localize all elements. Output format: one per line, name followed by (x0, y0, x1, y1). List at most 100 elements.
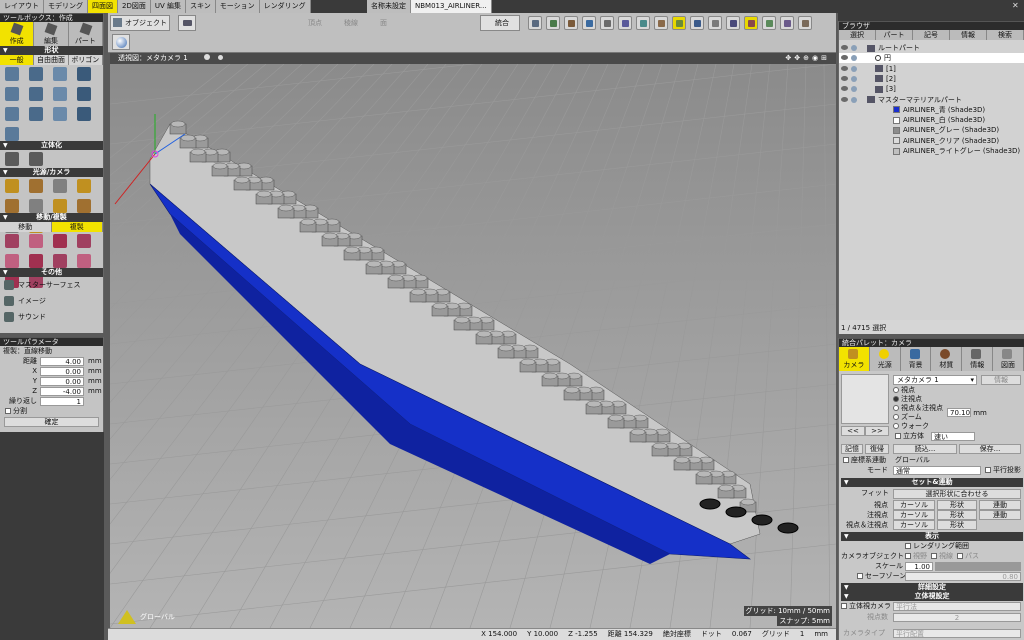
shade-icon[interactable] (636, 16, 650, 30)
tree-item-6[interactable]: AIRLINER_青 (Shade3D) (839, 105, 1024, 115)
set-link-cell-1-2[interactable]: 形状 (937, 510, 977, 520)
lock-icon[interactable] (851, 65, 857, 72)
cylinder-icon[interactable] (5, 107, 19, 121)
set-link-cell-1-1[interactable]: カーソル (893, 510, 935, 520)
shapetabs-2[interactable]: ポリゴン (68, 55, 103, 65)
scale-icon[interactable] (53, 234, 67, 248)
tree-item-1[interactable]: 円 (839, 53, 1024, 64)
browser-tab-2[interactable]: 記号 (913, 30, 950, 40)
scale-slider[interactable] (935, 562, 1021, 571)
point-light-icon[interactable] (5, 179, 19, 193)
top-tab-3[interactable]: 2D図面 (118, 0, 151, 13)
vertex-mode-button[interactable]: 頂点 (308, 15, 338, 31)
shapetabs-1[interactable]: 自由曲面 (34, 55, 69, 65)
visibility-eye-icon[interactable] (841, 65, 848, 71)
set-link-cell-2-1[interactable]: カーソル (893, 520, 935, 530)
mirror-icon[interactable] (5, 254, 19, 268)
stereo-method-select[interactable]: 平行法 (893, 602, 1021, 611)
browser-tab-0[interactable]: 選択 (839, 30, 876, 40)
visibility-eye-icon[interactable] (841, 96, 848, 102)
settings-icon[interactable] (798, 16, 812, 30)
status-unit[interactable]: mm (814, 629, 828, 640)
tree-item-9[interactable]: AIRLINER_クリア (Shade3D) (839, 136, 1024, 146)
browser-tab-3[interactable]: 情報 (950, 30, 987, 40)
sphere-display-button[interactable] (112, 34, 130, 50)
camera-icon[interactable] (5, 199, 19, 213)
layout-icon[interactable] (618, 16, 632, 30)
light-icon[interactable] (708, 16, 722, 30)
param-input-y[interactable]: 0.00 (40, 377, 84, 386)
browser-tab-4[interactable]: 検索 (987, 30, 1024, 40)
lock-icon[interactable] (851, 75, 857, 82)
top-tab-0[interactable]: レイアウト (0, 0, 44, 13)
material-icon[interactable] (690, 16, 704, 30)
unify-button[interactable]: 統合 (480, 15, 520, 31)
curve-icon[interactable] (5, 67, 19, 81)
fit-button[interactable]: 選択形状に合わせる (893, 489, 1021, 499)
top-tab-7[interactable]: レンダリング (259, 0, 311, 13)
param-input-repeat[interactable]: 1 (40, 397, 84, 406)
visibility-eye-icon[interactable] (841, 45, 848, 50)
palette-tab-0[interactable]: カメラ (839, 347, 870, 371)
set-link-cell-0-1[interactable]: カーソル (893, 500, 935, 510)
cone-icon[interactable] (53, 87, 67, 101)
move-icon[interactable] (5, 234, 19, 248)
load-button[interactable]: 読込... (893, 444, 957, 454)
coord-link-value[interactable]: グローバル (895, 455, 930, 465)
palette-tab-2[interactable]: 背景 (901, 347, 932, 371)
restore-button[interactable]: 復帰 (865, 444, 889, 454)
bg-icon[interactable] (726, 16, 740, 30)
safe-zone-input[interactable]: 0.80 (905, 572, 1021, 581)
tree-item-10[interactable]: AIRLINER_ライトグレー (Shade3D) (839, 146, 1024, 156)
viewport-nav-icons[interactable]: ✥✥⊕◉⊞ (785, 53, 830, 64)
camera-type-select[interactable]: 平行配置 (893, 629, 1021, 638)
camera-object-opt-1[interactable] (931, 553, 937, 559)
view-count-input[interactable]: 2 (893, 613, 1021, 622)
status-abs[interactable]: 絶対座標 (663, 629, 691, 640)
torus-icon[interactable] (53, 107, 67, 121)
toolbox-tab-0[interactable]: 作成 (0, 22, 35, 46)
tree-item-0[interactable]: ルートパート (839, 43, 1024, 53)
lock-icon[interactable] (851, 45, 857, 51)
nav-back-button[interactable]: << (841, 426, 865, 436)
top-tab-6[interactable]: モーション (215, 0, 260, 13)
wire-icon[interactable] (654, 16, 668, 30)
set-link-cell-0-3[interactable]: 連動 (979, 500, 1021, 510)
toolbox-tab-1[interactable]: 編集 (34, 22, 69, 46)
confirm-button[interactable]: 確定 (4, 417, 99, 427)
spot-light-icon[interactable] (29, 179, 43, 193)
line-light-icon[interactable] (77, 199, 91, 213)
view-display-icon[interactable] (218, 55, 224, 60)
tree-item-4[interactable]: [3] (839, 84, 1024, 94)
edge-mode-button[interactable]: 稜線 (344, 15, 374, 31)
camera-option-1[interactable]: 注視点 (893, 395, 1023, 404)
rotate-icon[interactable] (53, 254, 67, 268)
camera-object-opt-2[interactable] (957, 553, 963, 559)
camera-option-0[interactable]: 視点 (893, 386, 1023, 395)
copy-icon[interactable] (77, 234, 91, 248)
sphere-icon[interactable] (29, 87, 43, 101)
line-light-icon[interactable] (53, 179, 67, 193)
toolbox-tab-2[interactable]: パート (68, 22, 103, 46)
rectangle-icon[interactable] (53, 67, 67, 81)
save-button[interactable]: 保存... (959, 444, 1021, 454)
set-link-cell-2-2[interactable]: 形状 (937, 520, 977, 530)
tree-item-7[interactable]: AIRLINER_白 (Shade3D) (839, 115, 1024, 125)
memo-button[interactable]: 記憶 (841, 444, 863, 454)
param-input-distance[interactable]: 4.00 (40, 357, 84, 366)
texture-icon[interactable] (744, 16, 758, 30)
set-link-cell-1-3[interactable]: 連動 (979, 510, 1021, 520)
palette-tab-1[interactable]: 光源 (870, 347, 901, 371)
visibility-eye-icon[interactable] (841, 55, 848, 61)
other-item-1[interactable]: イメージ (0, 293, 103, 309)
document-tab-1[interactable]: NBM013_AIRLINER... (411, 0, 492, 13)
face-mode-button[interactable]: 面 (380, 15, 402, 31)
top-tab-1[interactable]: モデリング (44, 0, 88, 13)
split-view-icon[interactable] (600, 16, 614, 30)
image-icon[interactable] (582, 16, 596, 30)
movetabs-0[interactable]: 移動 (0, 222, 52, 232)
camera-object-opt-0[interactable] (905, 553, 911, 559)
param-input-z[interactable]: -4.00 (40, 387, 84, 396)
safe-zone-checkbox[interactable]: セーフゾーン (857, 571, 906, 581)
scale-input[interactable]: 1.00 (905, 562, 933, 571)
